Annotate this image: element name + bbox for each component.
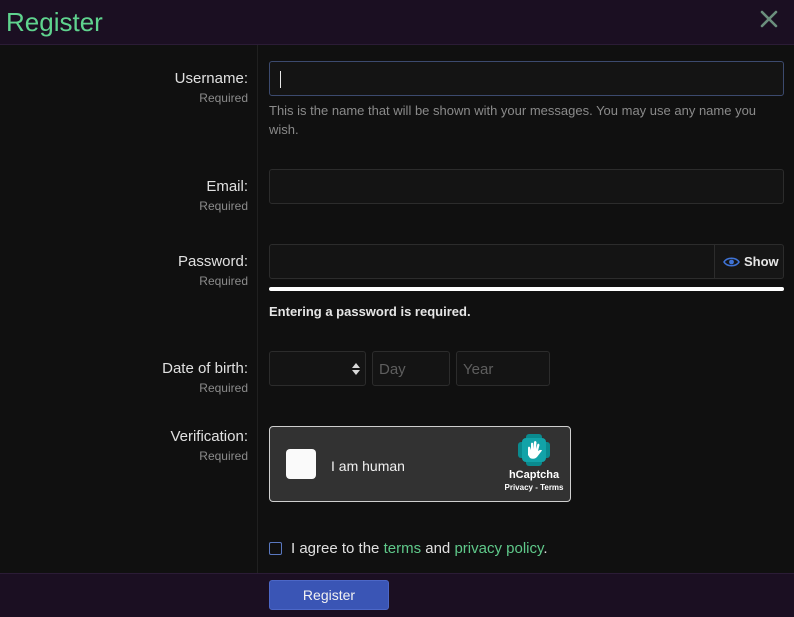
captcha-label: I am human [331,458,405,474]
username-label: Username: [174,70,248,87]
username-label-group: Username: Required [175,70,248,105]
dialog-header: Register [0,0,794,45]
password-label: Password: [177,253,248,270]
eye-icon [723,257,740,267]
hcaptcha-links[interactable]: Privacy - Terms [502,483,566,492]
email-input[interactable] [269,169,784,204]
password-label-group: Password: Required [178,253,248,288]
dob-year-input[interactable]: Year [456,351,550,386]
text-caret [280,71,281,88]
dob-label-group: Date of birth: Required [162,360,248,395]
dialog-title: Register [6,7,103,37]
verification-required: Required [199,449,248,463]
password-input[interactable] [269,244,715,279]
terms-link[interactable]: terms [384,540,422,557]
show-password-label: Show [744,254,779,269]
show-password-button[interactable]: Show [714,244,784,279]
verification-label: Verification: [170,428,248,445]
dialog-footer: Register [0,573,794,617]
dob-year-placeholder: Year [463,361,494,378]
agree-checkbox[interactable] [269,542,282,555]
dob-month-select[interactable] [269,351,366,386]
email-label-group: Email: Required [199,178,248,213]
agree-suffix: . [543,540,548,557]
password-strength-meter [269,287,784,291]
email-required: Required [199,199,248,213]
hcaptcha-widget: I am human hCaptcha Privacy - Terms [269,426,571,502]
agree-prefix: I agree to the [291,540,380,557]
captcha-checkbox[interactable] [286,449,316,479]
dob-day-input[interactable]: Day [372,351,450,386]
hcaptcha-brand: hCaptcha [508,469,560,481]
verification-label-group: Verification: Required [170,428,248,463]
privacy-policy-link[interactable]: privacy policy [454,540,543,557]
username-input[interactable] [269,61,784,96]
hcaptcha-logo-icon [518,434,550,466]
username-hint: This is the name that will be shown with… [269,103,757,137]
agree-row: I agree to the terms and privacy policy. [269,540,548,557]
dob-day-placeholder: Day [379,361,406,378]
email-label: Email: [206,178,248,195]
password-required: Required [199,274,248,288]
column-divider [257,45,258,573]
select-arrows-icon [352,363,360,375]
password-strength-message: Entering a password is required. [269,304,471,319]
dob-required: Required [199,381,248,395]
register-button[interactable]: Register [269,580,389,610]
close-icon[interactable] [758,8,780,30]
username-required: Required [199,91,248,105]
dob-label: Date of birth: [162,360,248,377]
agree-and: and [425,540,451,557]
